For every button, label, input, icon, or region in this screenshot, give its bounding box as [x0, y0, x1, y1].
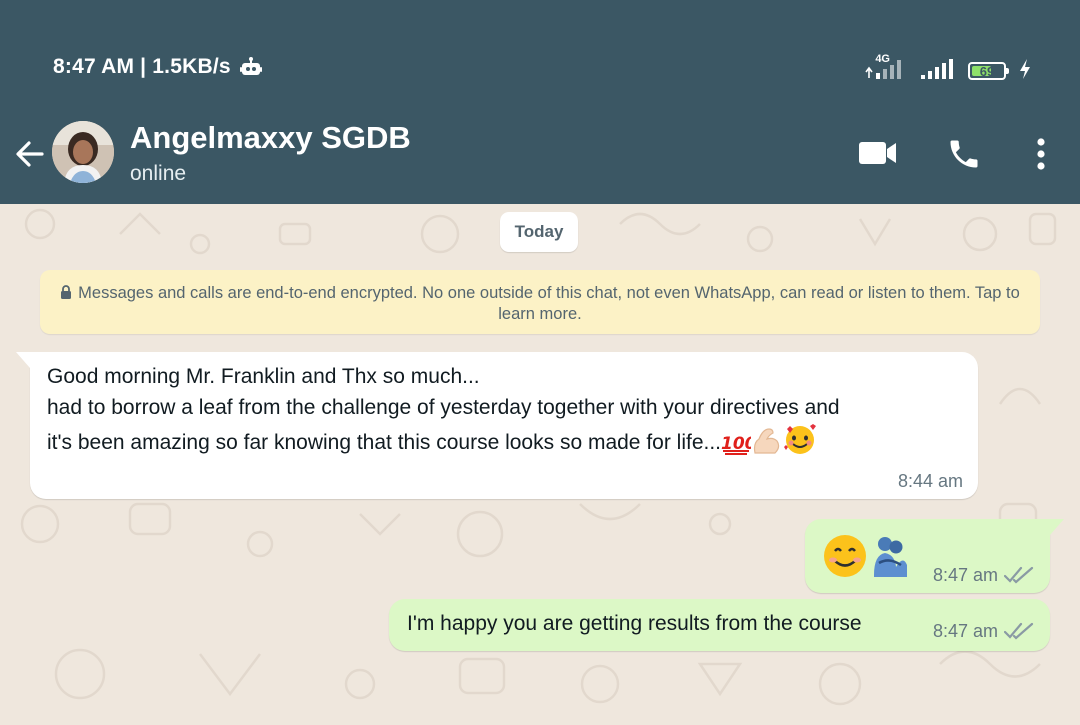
video-call-icon[interactable] [858, 138, 898, 168]
contact-status: online [130, 162, 187, 185]
read-double-tick-icon [1004, 622, 1034, 640]
flexed-biceps-emoji [751, 425, 783, 460]
message-time: 8:44 am [897, 471, 963, 491]
voice-call-icon[interactable] [946, 136, 982, 172]
message-outgoing[interactable]: 8:47 am [805, 519, 1064, 593]
signal-icon [865, 60, 901, 79]
bubble-tail [16, 352, 30, 368]
message-text: I'm happy you are getting results from t… [407, 612, 862, 635]
message-time: 8:47 am [932, 565, 998, 585]
more-vert-icon[interactable] [1030, 136, 1052, 172]
contact-name[interactable]: Angelmaxxy SGDB [130, 120, 411, 156]
status-bar: 8:47 AM | 1.5KB/s 4G 69 [0, 0, 1080, 108]
battery-level: 69 [979, 63, 995, 79]
status-icons: 69 [864, 52, 1032, 80]
message-incoming[interactable]: Good morning Mr. Franklin and Thx so muc… [16, 352, 978, 499]
hundred-points-emoji: 100 [721, 429, 757, 460]
people-hugging-emoji [871, 535, 909, 584]
robot-icon [240, 57, 262, 75]
encryption-notice-text: Messages and calls are end-to-end encryp… [78, 284, 1020, 323]
date-chip: Today [500, 212, 578, 252]
lock-icon [61, 285, 72, 299]
message-outgoing[interactable]: I'm happy you are getting results from t… [389, 599, 1050, 651]
bubble-tail [1050, 519, 1064, 535]
chat-header: Angelmaxxy SGDB online [0, 108, 1080, 204]
smiling-face-emoji [822, 533, 868, 584]
charging-icon [1020, 59, 1030, 79]
avatar-photo [52, 121, 114, 183]
avatar[interactable] [52, 121, 114, 183]
smiling-face-with-hearts-emoji [783, 423, 817, 460]
signal-icon [921, 59, 953, 79]
status-time: 8:47 AM | 1.5KB/s [53, 55, 231, 78]
back-arrow-icon[interactable] [12, 136, 48, 172]
read-double-tick-icon [1004, 566, 1034, 584]
encryption-notice[interactable]: Messages and calls are end-to-end encryp… [40, 270, 1040, 334]
message-time: 8:47 am [932, 621, 998, 641]
chat-area[interactable]: Today Messages and calls are end-to-end … [0, 204, 1080, 725]
battery-icon: 69 [968, 62, 1009, 80]
